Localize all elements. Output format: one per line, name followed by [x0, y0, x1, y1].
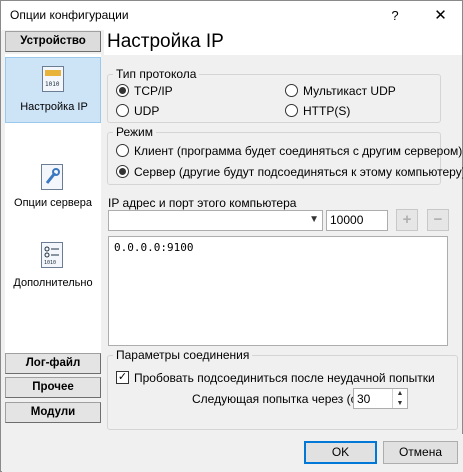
checklist-icon: 1010 — [41, 242, 63, 268]
sidebar-item-label: Дополнительно — [13, 277, 93, 289]
sidebar-item-server-options[interactable]: Опции сервера — [5, 164, 101, 214]
window-title: Опции конфигурации — [10, 8, 129, 22]
radio-label: HTTP(S) — [303, 104, 351, 118]
page-header: Настройка IP — [104, 30, 462, 55]
radio-indicator — [116, 144, 129, 157]
close-button[interactable]: ✕ — [419, 1, 462, 31]
port-input[interactable]: 10000 — [326, 210, 388, 231]
retry-checkbox[interactable]: ✓ — [116, 371, 129, 384]
cancel-button[interactable]: Отмена — [383, 441, 458, 464]
radio-indicator — [116, 165, 129, 178]
protocol-type-legend: Тип протокола — [116, 67, 197, 81]
radio-indicator — [116, 104, 129, 117]
config-options-window: Опции конфигурации ? ✕ Устройство 1010 Н… — [0, 0, 463, 472]
network-card-icon: 1010 — [42, 66, 64, 92]
address-list-item[interactable]: 0.0.0.0:9100 — [114, 241, 442, 254]
address-list[interactable]: 0.0.0.0:9100 — [108, 236, 448, 346]
ok-button[interactable]: OK — [304, 441, 377, 464]
wrench-settings-icon — [41, 164, 63, 190]
svg-text:1010: 1010 — [44, 260, 56, 266]
radio-label: Сервер (другие будут подсоединяться к эт… — [134, 165, 463, 179]
dialog-footer: OK Отмена — [2, 434, 463, 472]
add-address-button[interactable]: + — [396, 209, 418, 231]
chevron-down-icon[interactable]: ▼ — [393, 399, 407, 409]
sidebar-panel: 1010 Настройка IP Опции сервера 1010 Доп… — [5, 54, 101, 354]
next-attempt-value: 30 — [357, 392, 371, 406]
radio-label: Клиент (программа будет соединяться с др… — [134, 144, 463, 158]
next-attempt-label: Следующая попытка через (с) — [192, 392, 361, 406]
sidebar-item-label: Опции сервера — [14, 197, 92, 209]
mode-legend: Режим — [116, 125, 153, 139]
sidebar-item-ip-setup[interactable]: 1010 Настройка IP — [5, 57, 101, 123]
sidebar-item-label: Настройка IP — [20, 101, 88, 113]
sidebar-misc-button[interactable]: Прочее — [5, 377, 101, 398]
sidebar: Устройство 1010 Настройка IP Опции серве… — [2, 30, 104, 434]
page-title: Настройка IP — [107, 31, 224, 52]
radio-label: Мультикаст UDP — [303, 84, 396, 98]
remove-address-button[interactable]: − — [427, 209, 449, 231]
radio-indicator — [116, 84, 129, 97]
stepper-arrows[interactable]: ▲ ▼ — [392, 389, 407, 408]
radio-label: TCP/IP — [134, 84, 173, 98]
radio-indicator — [285, 104, 298, 117]
radio-label: UDP — [134, 104, 160, 118]
title-bar: Опции конфигурации ? ✕ — [1, 1, 462, 31]
next-attempt-stepper[interactable]: 30 ▲ ▼ — [353, 388, 408, 409]
ip-address-select[interactable]: ▼ — [108, 210, 323, 231]
sidebar-device-button[interactable]: Устройство — [5, 31, 101, 52]
chevron-down-icon: ▼ — [309, 214, 319, 225]
help-button[interactable]: ? — [375, 1, 415, 31]
address-label: IP адрес и порт этого компьютера — [108, 196, 297, 210]
svg-text:1010: 1010 — [45, 81, 60, 88]
retry-label: Пробовать подсоединиться после неудачной… — [134, 371, 435, 385]
main-content: Настройка IP Тип протокола TCP/IP Мульти… — [104, 30, 463, 434]
sidebar-item-advanced[interactable]: 1010 Дополнительно — [5, 242, 101, 294]
chevron-up-icon[interactable]: ▲ — [393, 389, 407, 399]
radio-indicator — [285, 84, 298, 97]
sidebar-modules-button[interactable]: Модули — [5, 402, 101, 423]
sidebar-logfile-button[interactable]: Лог-файл — [5, 353, 101, 374]
connection-params-legend: Параметры соединения — [116, 348, 250, 362]
